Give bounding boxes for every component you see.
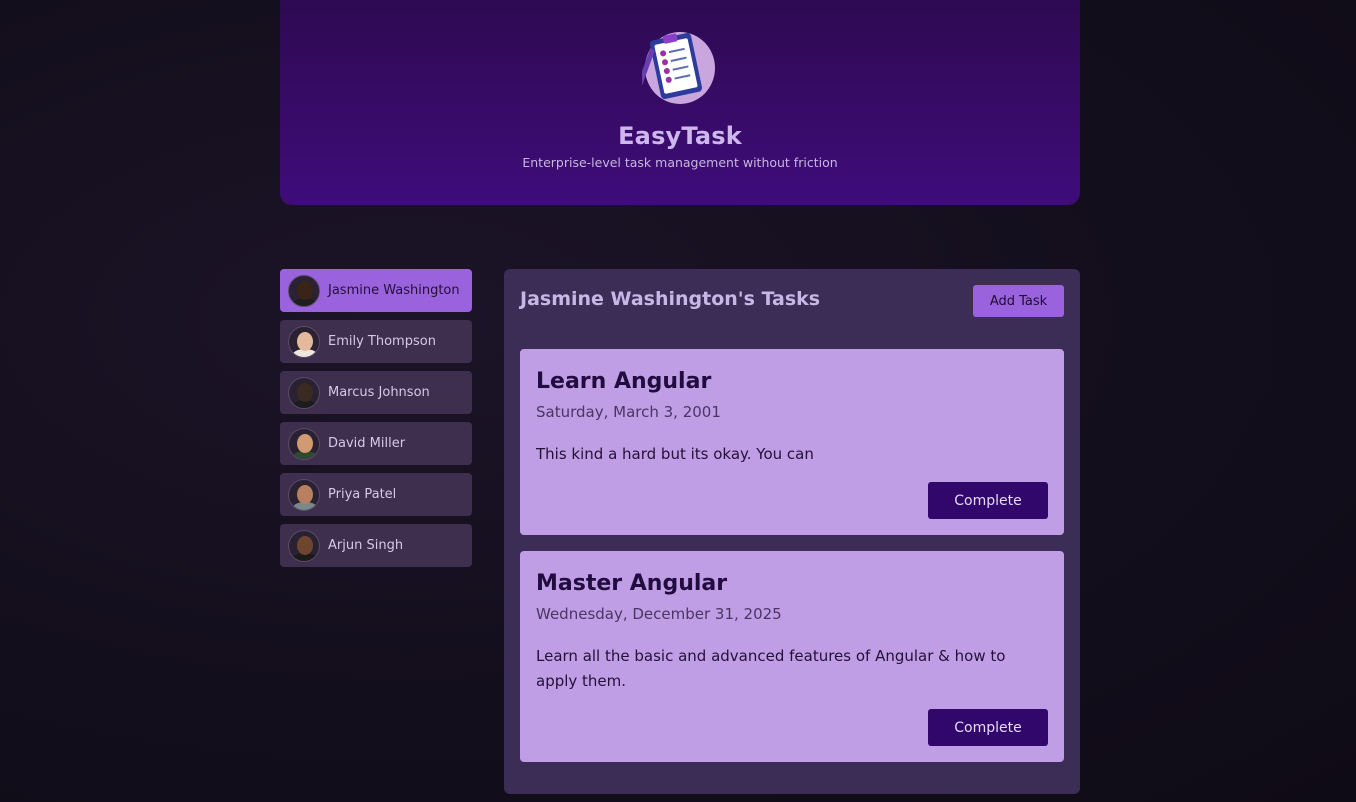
user-name: Arjun Singh <box>328 538 404 553</box>
user-name: Emily Thompson <box>328 334 436 349</box>
add-task-button[interactable]: Add Task <box>973 285 1064 317</box>
complete-button[interactable]: Complete <box>928 482 1048 519</box>
task-summary: This kind a hard but its okay. You can <box>536 445 814 463</box>
tasks-title: Jasmine Washington's Tasks <box>520 288 821 310</box>
task-title: Learn Angular <box>536 369 712 394</box>
task-summary: Learn all the basic and advanced feature… <box>536 647 1006 690</box>
app-subtitle: Enterprise-level task management without… <box>522 155 838 170</box>
task-card: Master Angular Wednesday, December 31, 2… <box>520 551 1064 762</box>
avatar <box>288 478 320 511</box>
task-card: Learn Angular Saturday, March 3, 2001 Th… <box>520 349 1064 535</box>
user-name: Priya Patel <box>328 487 397 502</box>
user-name: Jasmine Washington <box>328 283 460 298</box>
task-date: Saturday, March 3, 2001 <box>536 403 721 421</box>
user-item[interactable]: Priya Patel <box>280 473 472 516</box>
user-item[interactable]: Jasmine Washington <box>280 269 472 312</box>
clipboard-checklist-icon <box>642 32 715 104</box>
tasks-panel: Jasmine Washington's Tasks Add Task Lear… <box>504 269 1080 794</box>
app-title: EasyTask <box>618 122 742 150</box>
avatar <box>288 529 320 562</box>
avatar <box>288 427 320 460</box>
user-list: Jasmine Washington Emily Thompson Marcus J… <box>280 269 472 575</box>
user-item[interactable]: Arjun Singh <box>280 524 472 567</box>
user-item[interactable]: Emily Thompson <box>280 320 472 363</box>
task-title: Master Angular <box>536 571 728 596</box>
avatar <box>288 325 320 358</box>
task-date: Wednesday, December 31, 2025 <box>536 605 782 623</box>
user-name: Marcus Johnson <box>328 385 430 400</box>
avatar <box>288 376 320 409</box>
complete-button[interactable]: Complete <box>928 709 1048 746</box>
avatar <box>288 274 320 307</box>
user-name: David Miller <box>328 436 406 451</box>
user-item[interactable]: Marcus Johnson <box>280 371 472 414</box>
user-item[interactable]: David Miller <box>280 422 472 465</box>
